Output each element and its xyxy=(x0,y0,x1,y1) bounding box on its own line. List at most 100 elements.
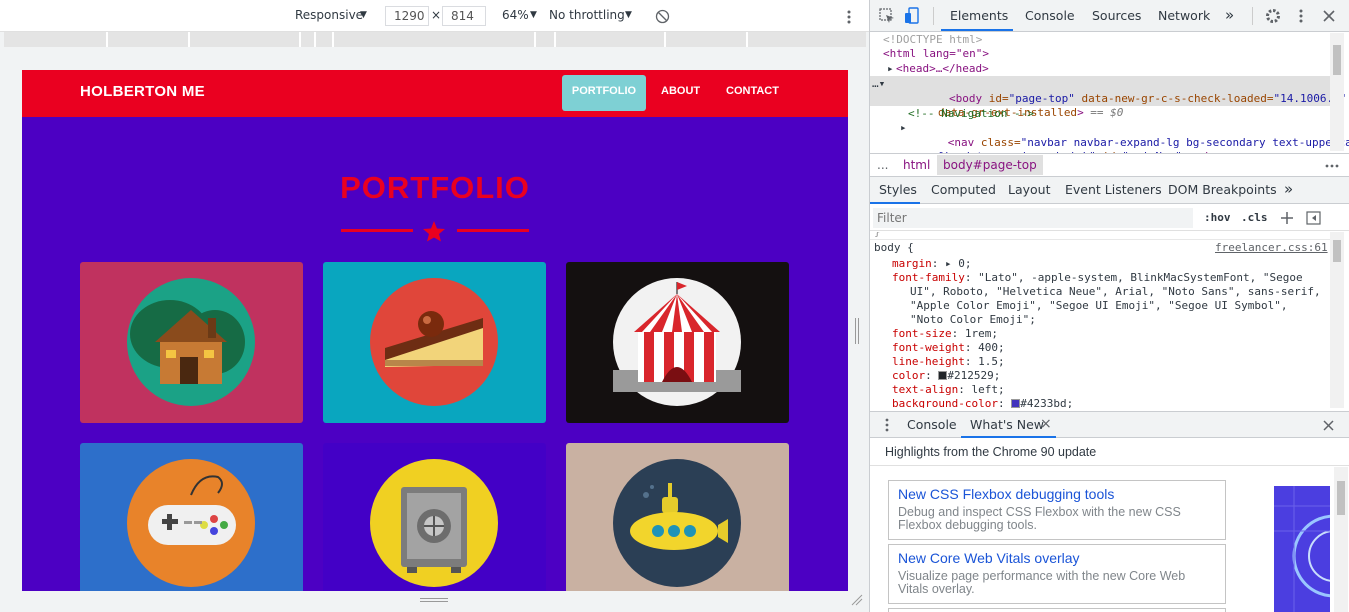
tab-computed[interactable]: Computed xyxy=(931,182,996,197)
circus-tent-icon xyxy=(613,278,741,406)
star-icon xyxy=(423,221,445,242)
dom-head-node[interactable]: <head>…</head> xyxy=(896,62,989,77)
portfolio-item-safe[interactable] xyxy=(323,443,546,591)
close-drawer-icon[interactable] xyxy=(1323,420,1334,431)
css-decl-line-height[interactable]: line-height: 1.5; xyxy=(892,355,1005,370)
safe-icon xyxy=(370,459,498,587)
styles-filter-bar: :hov .cls xyxy=(870,205,1349,231)
corner-resize-icon[interactable] xyxy=(851,594,863,606)
css-font-family-cont-2: "Apple Color Emoji", "Segoe UI Emoji", "… xyxy=(910,299,1288,312)
device-select[interactable]: Responsive xyxy=(295,8,363,22)
throttling-select[interactable]: No throttling xyxy=(549,8,625,22)
drawer-tab-console[interactable]: Console xyxy=(907,417,957,432)
whats-new-highlights: Highlights from the Chrome 90 update xyxy=(885,445,1097,459)
breadcrumb-ellipsis[interactable]: ... xyxy=(877,158,888,172)
css-decl-font-weight[interactable]: font-weight: 400; xyxy=(892,341,1005,356)
throttling-dropdown-icon[interactable]: ▼ xyxy=(625,10,632,20)
viewport-resize-handle-bottom[interactable] xyxy=(420,596,448,605)
news-card[interactable]: New CSS Flexbox debugging tools Debug an… xyxy=(888,480,1226,540)
styles-scrollbar[interactable] xyxy=(1330,232,1344,408)
css-decl-color[interactable]: color: #212529; xyxy=(892,369,1000,384)
portfolio-item-circus[interactable] xyxy=(566,262,789,423)
drawer-tab-whats-new[interactable]: What's New xyxy=(970,417,1044,432)
device-dropdown-icon[interactable]: ▼ xyxy=(360,10,367,20)
portfolio-item-submarine[interactable] xyxy=(566,443,789,591)
dom-html-node[interactable]: <html lang="en"> xyxy=(883,47,989,62)
dom-body-node-selected[interactable]: …▾ <body id="page-top" data-new-gr-c-s-c… xyxy=(870,76,1346,119)
portfolio-item-game-controller[interactable] xyxy=(80,443,303,591)
news-card[interactable] xyxy=(888,608,1226,612)
bg-color-swatch[interactable] xyxy=(1011,399,1021,408)
zoom-dropdown-icon[interactable]: ▼ xyxy=(530,10,537,20)
css-decl-margin[interactable]: margin: ▸ 0; xyxy=(892,257,972,272)
class-toggle[interactable]: .cls xyxy=(1241,211,1268,224)
hover-state-toggle[interactable]: :hov xyxy=(1204,211,1231,224)
whats-new-content: New CSS Flexbox debugging tools Debug an… xyxy=(870,467,1330,612)
zoom-select[interactable]: 64% xyxy=(502,8,529,22)
rotate-icon[interactable] xyxy=(655,9,670,24)
drawer-menu-icon[interactable] xyxy=(884,418,890,432)
brand-logo[interactable]: HOLBERTON ME xyxy=(80,83,205,100)
nav-link-contact[interactable]: CONTACT xyxy=(726,85,779,97)
css-decl-text-align[interactable]: text-align: left; xyxy=(892,383,1005,398)
css-font-family-cont-1: UI", Roboto, "Helvetica Neue", Arial, "N… xyxy=(910,285,1321,298)
inspect-element-icon[interactable] xyxy=(879,8,895,24)
css-font-family-cont-3: "Noto Color Emoji"; xyxy=(910,313,1036,326)
breadcrumb-body[interactable]: body#page-top xyxy=(937,155,1043,175)
tab-elements[interactable]: Elements xyxy=(950,8,1008,23)
tab-styles[interactable]: Styles xyxy=(879,182,917,197)
width-input[interactable]: 1290 xyxy=(385,6,429,26)
tab-dom-breakpoints[interactable]: DOM Breakpoints xyxy=(1168,182,1277,197)
media-query-ruler[interactable] xyxy=(4,32,866,47)
devtools-panel: Elements Console Sources Network » <!DOC… xyxy=(869,0,1349,612)
device-more-icon[interactable] xyxy=(846,9,852,25)
news-description: Debug and inspect CSS Flexbox with the n… xyxy=(898,505,1181,532)
site-navbar: HOLBERTON ME PORTFOLIO ABOUT CONTACT xyxy=(22,70,848,117)
tab-sources[interactable]: Sources xyxy=(1092,8,1141,23)
device-toolbar-toggle-icon[interactable] xyxy=(904,7,920,25)
breadcrumb-more-icon[interactable] xyxy=(1325,163,1339,169)
toggle-sidebar-icon[interactable] xyxy=(1306,211,1321,225)
height-input[interactable]: 814 xyxy=(442,6,486,26)
nav-link-about[interactable]: ABOUT xyxy=(661,85,700,97)
settings-gear-icon[interactable] xyxy=(1265,8,1281,24)
close-whats-new-icon[interactable]: × xyxy=(1040,416,1052,432)
tab-layout[interactable]: Layout xyxy=(1008,182,1051,197)
device-emulation-area: Responsive ▼ 1290 × 814 64% ▼ No throttl… xyxy=(0,0,869,612)
tab-network[interactable]: Network xyxy=(1158,8,1210,23)
dom-comment-navigation[interactable]: <!-- Navigation --> xyxy=(908,107,1034,122)
more-tabs-icon[interactable]: » xyxy=(1225,6,1234,24)
divider-line-left xyxy=(341,229,413,232)
news-card[interactable]: New Core Web Vitals overlay Visualize pa… xyxy=(888,544,1226,604)
nav-link-portfolio[interactable]: PORTFOLIO xyxy=(562,75,646,111)
close-devtools-icon[interactable] xyxy=(1323,10,1335,22)
whats-new-header: Highlights from the Chrome 90 update xyxy=(870,439,1349,466)
rule-source-link[interactable]: freelancer.css:61 xyxy=(1215,241,1328,256)
style-tabs-more-icon[interactable]: » xyxy=(1284,180,1293,198)
portfolio-item-cabin[interactable] xyxy=(80,262,303,423)
divider-line-right xyxy=(457,229,529,232)
css-decl-background-color[interactable]: background-color: #4233bd; xyxy=(892,397,1073,408)
devtools-menu-icon[interactable] xyxy=(1298,8,1304,24)
rule-selector[interactable]: body { xyxy=(874,241,914,256)
css-decl-font-family[interactable]: font-family: "Lato", -apple-system, Blin… xyxy=(892,271,1303,286)
news-description: Visualize page performance with the new … xyxy=(898,569,1186,596)
cake-icon xyxy=(370,278,498,406)
styles-filter-input[interactable] xyxy=(873,208,1193,228)
css-decl-font-size[interactable]: font-size: 1rem; xyxy=(892,327,998,342)
tab-event-listeners[interactable]: Event Listeners xyxy=(1065,182,1162,197)
drawer-tabbar: Console What's New × xyxy=(870,411,1349,438)
dom-scrollbar[interactable] xyxy=(1330,33,1344,151)
dom-tree: <!DOCTYPE html> <html lang="en"> ▸ <head… xyxy=(870,33,1349,179)
tab-console[interactable]: Console xyxy=(1025,8,1075,23)
breadcrumb-html[interactable]: html xyxy=(903,158,930,172)
portfolio-item-cake[interactable] xyxy=(323,262,546,423)
devtools-main-toolbar: Elements Console Sources Network » xyxy=(870,0,1349,32)
dom-doctype[interactable]: <!DOCTYPE html> xyxy=(883,33,982,48)
news-title[interactable]: New Core Web Vitals overlay xyxy=(898,550,1080,566)
viewport-resize-handle-right[interactable] xyxy=(855,318,859,344)
news-title[interactable]: New CSS Flexbox debugging tools xyxy=(898,486,1114,502)
game-controller-icon xyxy=(127,459,255,587)
whats-new-scrollbar[interactable] xyxy=(1334,467,1348,612)
new-style-rule-icon[interactable] xyxy=(1280,211,1294,225)
